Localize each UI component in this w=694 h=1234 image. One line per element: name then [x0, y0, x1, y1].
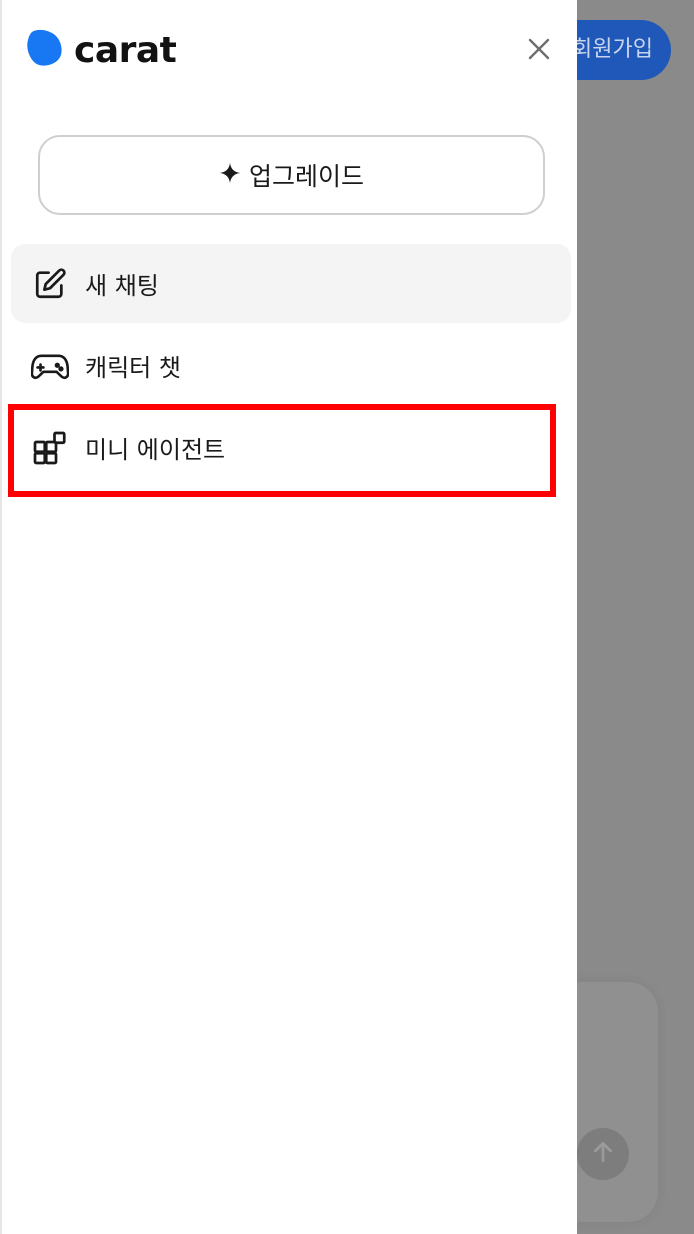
close-icon — [527, 37, 551, 65]
app-screen: 회원가입 carat 업그레이드 새 채팅 캐릭터 챗 미니 에이전트 — [0, 0, 694, 1234]
upgrade-button[interactable]: 업그레이드 — [38, 135, 545, 215]
close-button[interactable] — [524, 36, 554, 66]
nav-item-label: 새 채팅 — [85, 272, 159, 300]
grid-icon — [31, 429, 69, 467]
nav-item-mini-agent[interactable]: 미니 에이전트 — [11, 408, 571, 487]
app-logo[interactable]: carat — [24, 28, 177, 72]
nav-item-label: 캐릭터 챗 — [85, 354, 181, 382]
nav-item-character-chat[interactable]: 캐릭터 챗 — [11, 326, 571, 405]
sparkle-icon — [219, 161, 241, 190]
upgrade-label: 업그레이드 — [248, 162, 364, 191]
nav-item-label: 미니 에이전트 — [85, 436, 226, 464]
send-button[interactable] — [577, 1128, 629, 1180]
nav-item-new-chat[interactable]: 새 채팅 — [11, 244, 571, 323]
carat-logo-icon — [24, 28, 64, 72]
edit-icon — [31, 265, 69, 303]
side-drawer: carat 업그레이드 새 채팅 캐릭터 챗 미니 에이전트 — [0, 0, 577, 1234]
arrow-up-icon — [590, 1139, 616, 1169]
logo-text: carat — [74, 29, 177, 71]
gamepad-icon — [31, 347, 69, 385]
